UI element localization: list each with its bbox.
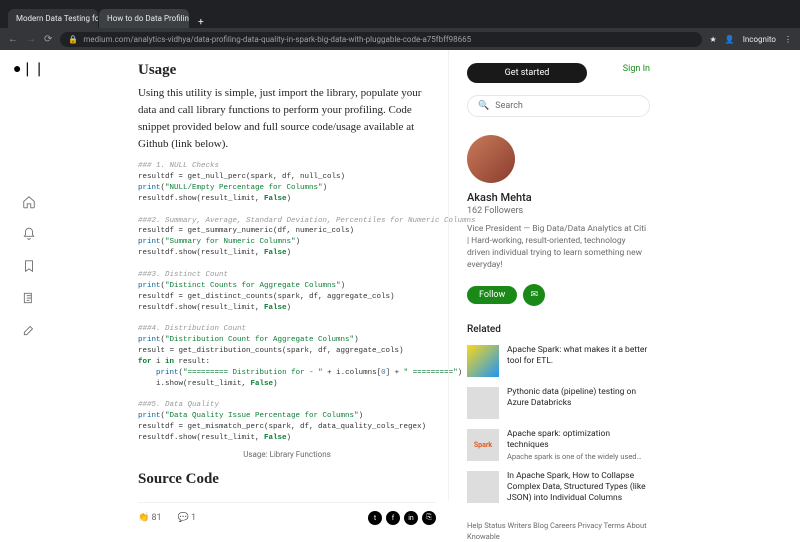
- search-input[interactable]: 🔍 Search: [467, 95, 650, 117]
- search-icon: 🔍: [478, 101, 489, 111]
- author-bio: Vice President — Big Data/Data Analytics…: [467, 224, 650, 272]
- related-title: Apache spark: optimization techniques: [507, 429, 650, 451]
- back-icon[interactable]: ←: [8, 34, 18, 45]
- clap-count: 81: [151, 513, 161, 523]
- related-item[interactable]: Apache Spark: what makes it a better too…: [467, 345, 650, 377]
- code-block: ### 1. NULL Checks resultdf = get_null_p…: [138, 161, 436, 444]
- tab-title: Modern Data Testing for PySp…: [16, 14, 98, 23]
- lock-icon: 🔒: [68, 35, 78, 44]
- write-icon[interactable]: [22, 323, 36, 337]
- subscribe-icon[interactable]: ✉: [523, 284, 545, 306]
- related-subtitle: Apache spark is one of the widely used…: [507, 452, 650, 461]
- heading-source-code: Source Code: [138, 471, 436, 488]
- related-item[interactable]: In Apache Spark, How to Collapse Complex…: [467, 471, 650, 504]
- address-bar[interactable]: 🔒 medium.com/analytics-vidhya/data-profil…: [60, 32, 701, 47]
- follower-count: 162 Followers: [467, 206, 650, 216]
- thumbnail-icon: [467, 387, 499, 419]
- left-rail: ●❘❘: [0, 50, 58, 500]
- reload-icon[interactable]: ⟳: [44, 34, 52, 45]
- incognito-label: Incognito: [743, 35, 776, 44]
- author-name[interactable]: Akash Mehta: [467, 191, 650, 204]
- browser-tabstrip: Modern Data Testing for PySp…× How to do…: [0, 0, 800, 28]
- browser-tab-1[interactable]: Modern Data Testing for PySp…×: [8, 9, 98, 28]
- home-icon[interactable]: [22, 195, 36, 209]
- bookmarks-icon[interactable]: [22, 259, 36, 273]
- follow-button[interactable]: Follow: [467, 286, 517, 304]
- comment-button[interactable]: 💬 1: [178, 513, 197, 523]
- thumbnail-icon: [467, 345, 499, 377]
- sign-in-link[interactable]: Sign In: [623, 64, 650, 74]
- related-title: In Apache Spark, How to Collapse Complex…: [507, 471, 650, 504]
- code-caption: Usage: Library Functions: [138, 450, 436, 459]
- article-body: Usage Using this utility is simple, just…: [58, 50, 448, 500]
- related-item[interactable]: Pythonic data (pipeline) testing on Azur…: [467, 387, 650, 419]
- right-sidebar: Get started Sign In 🔍Search Akash Mehta …: [448, 50, 668, 500]
- related-title: Apache Spark: what makes it a better too…: [507, 345, 650, 377]
- related-title: Pythonic data (pipeline) testing on Azur…: [507, 387, 650, 419]
- search-placeholder: Search: [495, 101, 523, 111]
- share-twitter-icon[interactable]: t: [368, 511, 382, 525]
- notifications-icon[interactable]: [22, 227, 36, 241]
- lead-paragraph: Using this utility is simple, just impor…: [138, 85, 436, 153]
- tab-title: How to do Data Profiling/Qual…: [107, 14, 189, 23]
- get-started-button[interactable]: Get started: [467, 63, 587, 83]
- browser-tab-2[interactable]: How to do Data Profiling/Qual…×: [99, 9, 189, 28]
- thumbnail-icon: Spark: [467, 429, 499, 461]
- new-tab-button[interactable]: +: [190, 17, 212, 28]
- related-item[interactable]: Spark Apache spark: optimization techniqu…: [467, 429, 650, 461]
- forward-icon[interactable]: →: [26, 34, 36, 45]
- clap-button[interactable]: 👏 81: [138, 513, 162, 523]
- comment-count: 1: [191, 513, 196, 523]
- share-facebook-icon[interactable]: f: [386, 511, 400, 525]
- engagement-bar: 👏 81 💬 1 t f in ⎘: [138, 502, 436, 525]
- menu-icon[interactable]: ⋮: [784, 35, 792, 44]
- share-link-icon[interactable]: ⎘: [422, 511, 436, 525]
- related-heading: Related: [467, 324, 650, 335]
- extension-icon[interactable]: ★: [710, 35, 717, 44]
- stories-icon[interactable]: [22, 291, 36, 305]
- author-avatar[interactable]: [467, 135, 515, 183]
- url-text: medium.com/analytics-vidhya/data-profili…: [83, 35, 471, 44]
- share-linkedin-icon[interactable]: in: [404, 511, 418, 525]
- heading-usage: Usage: [138, 62, 436, 79]
- medium-logo-icon[interactable]: ●❘❘: [13, 60, 45, 77]
- incognito-icon: 👤: [725, 35, 735, 44]
- browser-toolbar: ← → ⟳ 🔒 medium.com/analytics-vidhya/data-…: [0, 28, 800, 50]
- thumbnail-icon: [467, 471, 499, 503]
- footer-links[interactable]: Help Status Writers Blog Careers Privacy…: [467, 520, 650, 542]
